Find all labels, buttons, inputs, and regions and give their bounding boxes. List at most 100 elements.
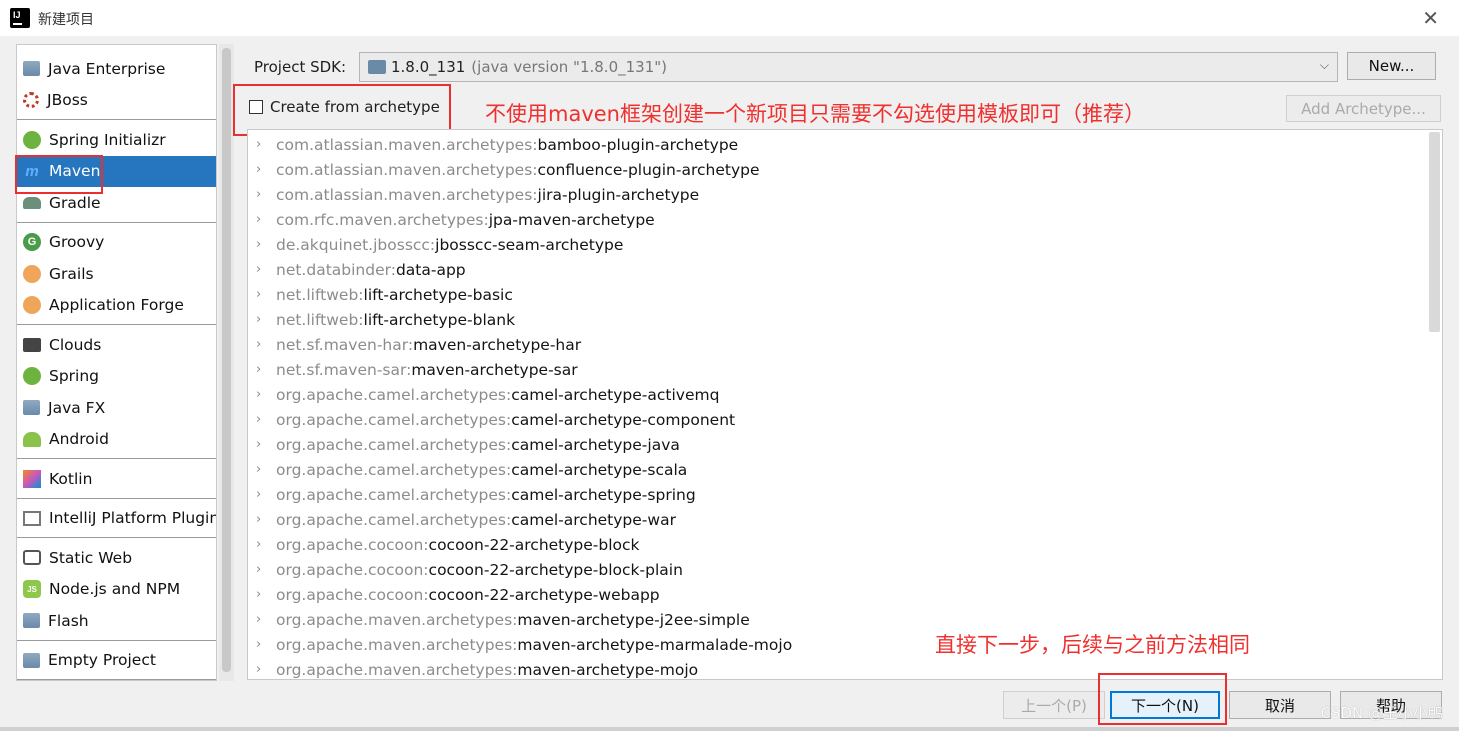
close-icon[interactable]: ✕ xyxy=(1422,6,1439,30)
chevron-right-icon[interactable]: › xyxy=(256,412,276,427)
archetype-row[interactable]: › com.atlassian.maven.archetypes: bamboo-p… xyxy=(248,132,1442,157)
sidebar-item-label: Flash xyxy=(48,611,89,630)
sidebar-item-static-web[interactable]: Static Web xyxy=(17,542,216,574)
archetype-row[interactable]: › org.apache.maven.archetypes: maven-arche… xyxy=(248,607,1442,632)
sidebar-group: G Groovy Grails Application Forge xyxy=(17,223,216,325)
sidebar-item-java-enterprise[interactable]: Java Enterprise xyxy=(17,53,216,85)
chevron-right-icon[interactable]: › xyxy=(256,212,276,227)
archetype-row[interactable]: › com.atlassian.maven.archetypes: confluen… xyxy=(248,157,1442,182)
archetype-row[interactable]: › net.liftweb: lift-archetype-blank xyxy=(248,307,1442,332)
archetype-row[interactable]: › org.apache.camel.archetypes: camel-arche… xyxy=(248,382,1442,407)
kotlin-icon xyxy=(23,469,41,488)
archetype-row[interactable]: › org.apache.camel.archetypes: camel-arche… xyxy=(248,457,1442,482)
annotation-bottom-note: 直接下一步，后续与之前方法相同 xyxy=(935,633,1250,657)
chevron-right-icon[interactable]: › xyxy=(256,162,276,177)
gradle-icon xyxy=(23,196,41,209)
archetype-row[interactable]: › org.apache.camel.archetypes: camel-arche… xyxy=(248,507,1442,532)
project-sdk-select[interactable]: 1.8.0_131 (java version "1.8.0_131") ⌵ xyxy=(359,52,1338,82)
archetype-row[interactable]: › org.apache.cocoon: cocoon-22-archetype-b… xyxy=(248,557,1442,582)
sidebar-item-java-fx[interactable]: Java FX xyxy=(17,392,216,424)
chevron-right-icon[interactable]: › xyxy=(256,437,276,452)
cancel-button[interactable]: 取消 xyxy=(1229,691,1331,719)
archetype-group-id: org.apache.cocoon: xyxy=(276,560,429,579)
sidebar-group: Empty Project xyxy=(17,641,216,680)
sidebar-item-spring-initializr[interactable]: Spring Initializr xyxy=(17,124,216,156)
archetype-row[interactable]: › net.databinder: data-app xyxy=(248,257,1442,282)
archetype-artifact-id: camel-archetype-war xyxy=(511,510,676,529)
android-icon xyxy=(23,431,41,447)
sidebar-item-groovy[interactable]: G Groovy xyxy=(17,227,216,259)
sidebar-item-label: Kotlin xyxy=(49,469,93,488)
chevron-right-icon[interactable]: › xyxy=(256,337,276,352)
sidebar-item-label: Empty Project xyxy=(48,651,156,670)
archetype-row[interactable]: › net.sf.maven-sar: maven-archetype-sar xyxy=(248,357,1442,382)
chevron-right-icon[interactable]: › xyxy=(256,587,276,602)
sidebar-item-flash[interactable]: Flash xyxy=(17,605,216,637)
sidebar-item-grails[interactable]: Grails xyxy=(17,258,216,290)
jboss-icon xyxy=(23,92,39,109)
chevron-right-icon[interactable]: › xyxy=(256,312,276,327)
chevron-right-icon[interactable]: › xyxy=(256,637,276,652)
chevron-right-icon[interactable]: › xyxy=(256,362,276,377)
jdk-folder-icon xyxy=(368,60,386,74)
highlight-box-maven xyxy=(15,155,103,194)
chevron-right-icon[interactable]: › xyxy=(256,237,276,252)
chevron-right-icon[interactable]: › xyxy=(256,137,276,152)
archetype-row[interactable]: › com.rfc.maven.archetypes: jpa-maven-arch… xyxy=(248,207,1442,232)
sidebar-item-spring[interactable]: Spring xyxy=(17,361,216,393)
chevron-right-icon[interactable]: › xyxy=(256,612,276,627)
chevron-right-icon[interactable]: › xyxy=(256,537,276,552)
archetype-row[interactable]: › org.apache.cocoon: cocoon-22-archetype-b… xyxy=(248,532,1442,557)
chevron-right-icon[interactable]: › xyxy=(256,462,276,477)
chevron-right-icon[interactable]: › xyxy=(256,187,276,202)
sidebar-item-label: JBoss xyxy=(47,91,88,110)
archetype-group-id: org.apache.camel.archetypes: xyxy=(276,460,512,479)
archetype-row[interactable]: › org.apache.maven.archetypes: maven-arche… xyxy=(248,657,1442,679)
archetype-group-id: org.apache.cocoon: xyxy=(276,535,429,554)
archetype-artifact-id: cocoon-22-archetype-webapp xyxy=(428,585,660,604)
intellij-plugin-icon xyxy=(23,510,41,526)
archetype-artifact-id: maven-archetype-har xyxy=(413,335,582,354)
archetype-group-id: org.apache.camel.archetypes: xyxy=(276,435,512,454)
archetype-artifact-id: jira-plugin-archetype xyxy=(537,185,700,204)
archetype-row[interactable]: › org.apache.cocoon: cocoon-22-archetype-w… xyxy=(248,582,1442,607)
archetype-artifact-id: jbosscc-seam-archetype xyxy=(435,235,624,254)
archetype-row[interactable]: › com.atlassian.maven.archetypes: jira-plu… xyxy=(248,182,1442,207)
sidebar-item-jboss[interactable]: JBoss xyxy=(17,85,216,117)
chevron-right-icon[interactable]: › xyxy=(256,387,276,402)
archetype-scrollbar[interactable] xyxy=(1429,132,1440,332)
chevron-right-icon[interactable]: › xyxy=(256,262,276,277)
sidebar-item-kotlin[interactable]: Kotlin xyxy=(17,463,216,495)
archetype-row[interactable]: › net.sf.maven-har: maven-archetype-har xyxy=(248,332,1442,357)
archetype-row[interactable]: › net.liftweb: lift-archetype-basic xyxy=(248,282,1442,307)
archetype-row[interactable]: › de.akquinet.jbosscc: jbosscc-seam-archet… xyxy=(248,232,1442,257)
chevron-right-icon[interactable]: › xyxy=(256,662,276,677)
sidebar-item-intellij-platform-plugin[interactable]: IntelliJ Platform Plugin xyxy=(17,503,216,535)
new-sdk-button[interactable]: New... xyxy=(1347,52,1436,80)
archetype-group-id: com.atlassian.maven.archetypes: xyxy=(276,185,538,204)
sidebar-item-android[interactable]: Android xyxy=(17,424,216,456)
chevron-right-icon[interactable]: › xyxy=(256,487,276,502)
archetype-group-id: com.rfc.maven.archetypes: xyxy=(276,210,489,229)
chevron-right-icon[interactable]: › xyxy=(256,512,276,527)
archetype-artifact-id: maven-archetype-j2ee-simple xyxy=(517,610,750,629)
sidebar-item-clouds[interactable]: Clouds xyxy=(17,329,216,361)
archetype-row[interactable]: › org.apache.maven.archetypes: maven-arche… xyxy=(248,632,1442,657)
chevron-right-icon[interactable]: › xyxy=(256,562,276,577)
sidebar-item-node-js-and-npm[interactable]: JS Node.js and NPM xyxy=(17,574,216,606)
sidebar-item-application-forge[interactable]: Application Forge xyxy=(17,290,216,322)
archetype-row[interactable]: › org.apache.camel.archetypes: camel-arche… xyxy=(248,407,1442,432)
groovy-icon: G xyxy=(23,233,41,252)
archetype-row[interactable]: › org.apache.camel.archetypes: camel-arche… xyxy=(248,482,1442,507)
watermark: CSDN @王小小鸭 xyxy=(1320,704,1443,722)
chevron-right-icon[interactable]: › xyxy=(256,287,276,302)
archetype-artifact-id: jpa-maven-archetype xyxy=(488,210,655,229)
prev-button[interactable]: 上一个(P) xyxy=(1003,691,1105,719)
archetype-group-id: org.apache.cocoon: xyxy=(276,585,429,604)
archetype-artifact-id: confluence-plugin-archetype xyxy=(537,160,760,179)
sidebar-scrollbar[interactable] xyxy=(219,44,234,681)
add-archetype-button[interactable]: Add Archetype... xyxy=(1286,95,1441,122)
archetype-group-id: net.liftweb: xyxy=(276,285,364,304)
sidebar-item-empty-project[interactable]: Empty Project xyxy=(17,645,216,677)
archetype-row[interactable]: › org.apache.camel.archetypes: camel-arche… xyxy=(248,432,1442,457)
